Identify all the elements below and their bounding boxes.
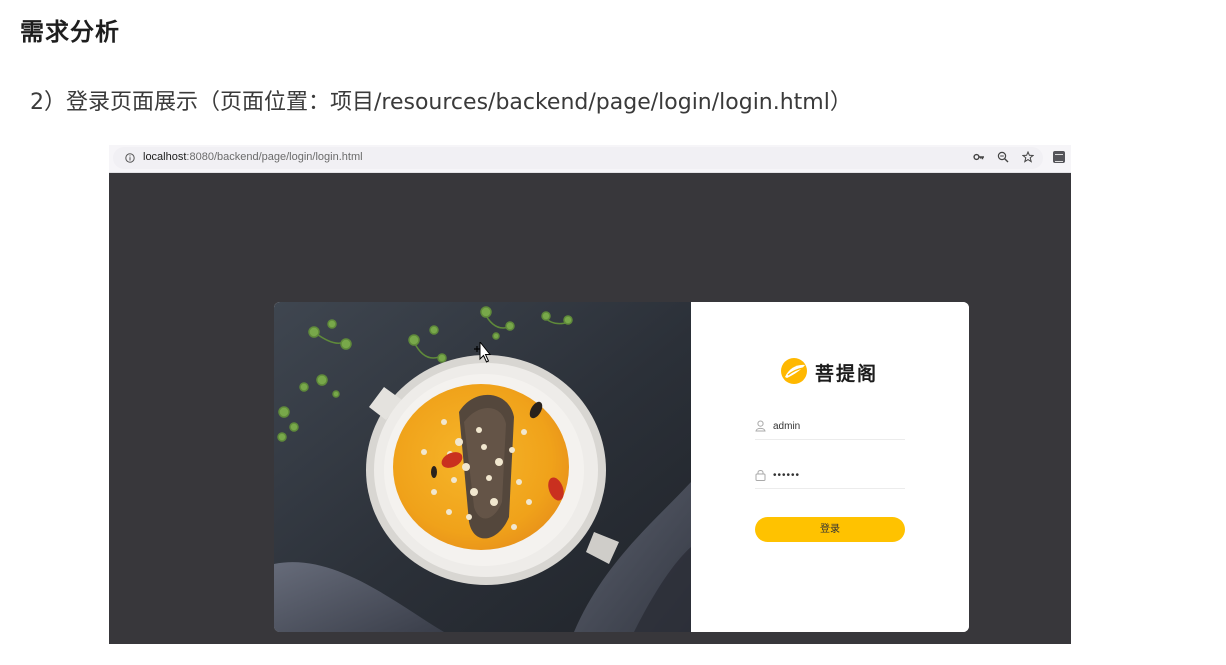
slide-title: 需求分析 (20, 18, 120, 46)
login-form-panel: 菩提阁 登录 (691, 302, 969, 632)
key-icon[interactable] (973, 151, 985, 163)
extension-icon[interactable] (1053, 151, 1065, 163)
username-input[interactable] (773, 417, 901, 435)
url-field[interactable]: localhost:8080/backend/page/login/login.… (113, 147, 1043, 169)
brand-logo-icon (781, 358, 807, 384)
move-cursor-icon (474, 342, 491, 363)
zoom-icon[interactable] (997, 151, 1009, 163)
slide-subtitle: 2）登录页面展示（页面位置：项目/resources/backend/page/… (30, 90, 852, 115)
login-card: 菩提阁 登录 (274, 302, 969, 632)
lock-icon (755, 469, 766, 481)
info-icon[interactable] (125, 153, 135, 163)
url-host: localhost (143, 151, 187, 163)
brand-name: 菩提阁 (815, 363, 879, 385)
browser-window: localhost:8080/backend/page/login/login.… (109, 145, 1071, 644)
username-field (755, 415, 905, 440)
page-viewport: 菩提阁 登录 (109, 173, 1071, 644)
bookmark-star-icon[interactable] (1022, 151, 1034, 163)
url-path: :8080/backend/page/login/login.html (186, 151, 363, 163)
user-icon (755, 420, 766, 432)
url-text[interactable]: localhost:8080/backend/page/login/login.… (143, 151, 363, 163)
address-bar: localhost:8080/backend/page/login/login.… (109, 145, 1071, 173)
password-input[interactable] (773, 466, 901, 484)
password-field (755, 464, 905, 489)
login-button[interactable]: 登录 (755, 517, 905, 542)
